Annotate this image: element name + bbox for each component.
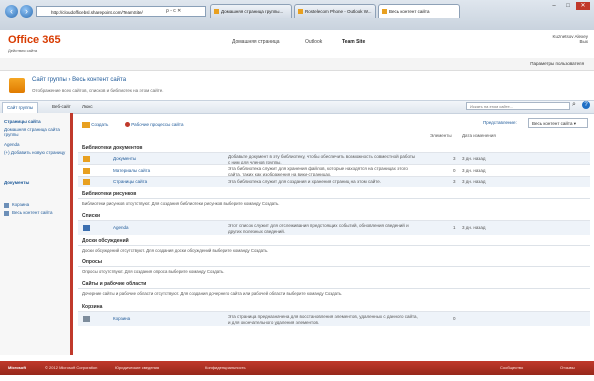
create-button[interactable]: Создать <box>82 120 108 129</box>
divider <box>78 245 590 246</box>
close-icon[interactable]: ✕ <box>576 2 590 10</box>
divider <box>78 198 590 199</box>
item-count: 0 <box>453 316 456 321</box>
item-modified: 3 дн. назад <box>462 179 486 184</box>
search-input[interactable]: Искать на этом сайте... <box>466 102 570 110</box>
workflow-icon <box>125 122 130 128</box>
section-doc-libraries: Библиотеки документов <box>82 145 143 151</box>
column-modified[interactable]: Дата изменения <box>462 133 496 138</box>
topnav-lux[interactable]: Люкс <box>78 102 97 112</box>
item-count: 1 <box>453 225 456 230</box>
item-count: 3 <box>453 156 456 161</box>
section-sites-workspaces: Сайты и рабочие области <box>82 281 147 287</box>
footer-brand: Microsoft <box>8 365 26 370</box>
leftnav-all-content[interactable]: Весь контент сайта <box>12 210 66 215</box>
empty-message: Опросы отсутствуют. Для создания опроса … <box>82 269 225 274</box>
user-settings-link[interactable]: Параметры пользователя <box>530 61 584 66</box>
column-items[interactable]: Элементы <box>430 133 452 138</box>
item-name[interactable]: Страницы сайта <box>113 179 147 185</box>
views-label: Представление: <box>483 120 517 125</box>
item-name[interactable]: Agenda <box>113 225 129 231</box>
page-icon <box>382 9 387 14</box>
search-icon[interactable]: ⌕ <box>572 101 576 109</box>
outlook-link[interactable]: Outlook <box>305 39 322 45</box>
page-icon <box>214 9 219 14</box>
calendar-icon <box>83 225 90 231</box>
item-count: 3 <box>453 179 456 184</box>
minimize-icon[interactable]: – <box>548 2 560 10</box>
leftnav-recycle-bin[interactable]: Корзина <box>12 202 29 207</box>
item-description: Эта библиотека служит для создания и хра… <box>228 179 381 184</box>
address-bar-icons[interactable]: ρ - c ✕ <box>166 6 181 17</box>
home-link[interactable]: Домашняя страница <box>232 39 280 45</box>
divider <box>78 288 590 289</box>
section-lists: Списки <box>82 213 101 219</box>
empty-message: Доски обсуждений отсутствуют. Для создан… <box>82 248 269 253</box>
item-modified: 3 дн. назад <box>462 225 486 230</box>
divider <box>78 266 590 267</box>
item-count: 0 <box>453 168 456 173</box>
item-modified: 3 дн. назад <box>462 168 486 173</box>
leftnav-agenda[interactable]: Agenda <box>4 142 20 147</box>
section-discussion-boards: Доски обсуждений <box>82 238 129 244</box>
breadcrumb[interactable]: Сайт группы › Весь контент сайта <box>32 77 126 83</box>
document-library-icon <box>83 168 90 174</box>
sign-out-link[interactable]: Вых <box>552 39 589 44</box>
item-name[interactable]: Корзина <box>113 316 130 322</box>
page-description: Отображение всех сайтов, списков и библи… <box>32 88 164 93</box>
user-menu[interactable]: Kuznetsov Alexey Вых <box>552 34 588 44</box>
item-name[interactable]: Материалы сайта <box>113 168 150 174</box>
table-row[interactable]: Корзина Эта страница предназначена для в… <box>78 311 590 326</box>
office365-header: Office 365 Действия сайта Домашняя стран… <box>0 30 594 59</box>
browser-tab-1[interactable]: Домашняя страница группы... <box>210 4 292 18</box>
section-surveys: Опросы <box>82 259 103 265</box>
footer-copyright: © 2012 Microsoft Corporation <box>45 365 98 370</box>
browser-toolbar: ‹ › http://cloudofficebsl.sharepoint.com… <box>0 0 594 31</box>
help-icon[interactable]: ? <box>582 101 590 109</box>
item-name[interactable]: Документы <box>113 156 136 162</box>
chevron-down-icon: ▾ <box>573 121 576 126</box>
site-logo-icon <box>9 78 25 93</box>
office365-logo[interactable]: Office 365 <box>8 34 61 46</box>
all-content-icon <box>4 211 9 216</box>
leftnav-site-pages[interactable]: Страницы сайта <box>4 119 41 124</box>
site-actions-menu[interactable]: Действия сайта <box>8 48 37 53</box>
footer-legal-link[interactable]: Юридические сведения <box>115 365 159 370</box>
browser-tab-2[interactable]: Rostelecom Phone - Outlook W... <box>294 4 376 18</box>
view-selector[interactable]: Весь контент сайта ▾ <box>528 118 588 128</box>
section-recycle-bin: Корзина <box>82 304 103 310</box>
browser-tab-3[interactable]: Весь контент сайта <box>378 4 460 18</box>
footer: Microsoft © 2012 Microsoft Corporation Ю… <box>0 361 594 375</box>
forward-icon[interactable]: › <box>20 5 33 18</box>
site-actions-bar: Параметры пользователя <box>0 58 594 71</box>
section-picture-libraries: Библиотеки рисунков <box>82 191 137 197</box>
table-row[interactable]: Agenda Этот список служит для отслеживан… <box>78 220 590 235</box>
leftnav-home[interactable]: Домашняя страница сайта группы <box>4 127 66 137</box>
topnav-website[interactable]: Веб-сайт <box>48 102 75 112</box>
item-description: Эта страница предназначена для восстанов… <box>228 314 418 325</box>
maximize-icon[interactable]: □ <box>562 2 574 10</box>
item-description: Этот список служит для отслеживания пред… <box>228 223 409 234</box>
footer-privacy-link[interactable]: Конфиденциальность <box>205 365 246 370</box>
item-modified: 3 дн. назад <box>462 156 486 161</box>
recycle-bin-icon <box>4 203 9 208</box>
leftnav-documents[interactable]: Документы <box>4 180 29 185</box>
table-row[interactable]: Страницы сайта Эта библиотека служит для… <box>78 176 590 187</box>
leftnav-add-page[interactable]: (+) Добавить новую страницу <box>4 150 66 155</box>
create-icon <box>82 121 90 128</box>
footer-community-link[interactable]: Сообщество <box>500 365 523 370</box>
document-library-icon <box>83 179 90 185</box>
page-icon <box>298 9 303 14</box>
back-icon[interactable]: ‹ <box>5 5 18 18</box>
document-library-icon <box>83 156 90 162</box>
empty-message: Дочерние сайты и рабочие области отсутст… <box>82 291 343 296</box>
empty-message: Библиотеки рисунков отсутствуют. Для соз… <box>82 201 280 206</box>
workflows-button[interactable]: Рабочие процессы сайта <box>125 120 183 129</box>
footer-feedback-link[interactable]: Отзывы <box>560 365 575 370</box>
quick-launch: Страницы сайта Домашняя страница сайта г… <box>0 113 73 355</box>
recycle-bin-icon <box>83 316 90 322</box>
team-site-link[interactable]: Team Site <box>342 39 365 45</box>
